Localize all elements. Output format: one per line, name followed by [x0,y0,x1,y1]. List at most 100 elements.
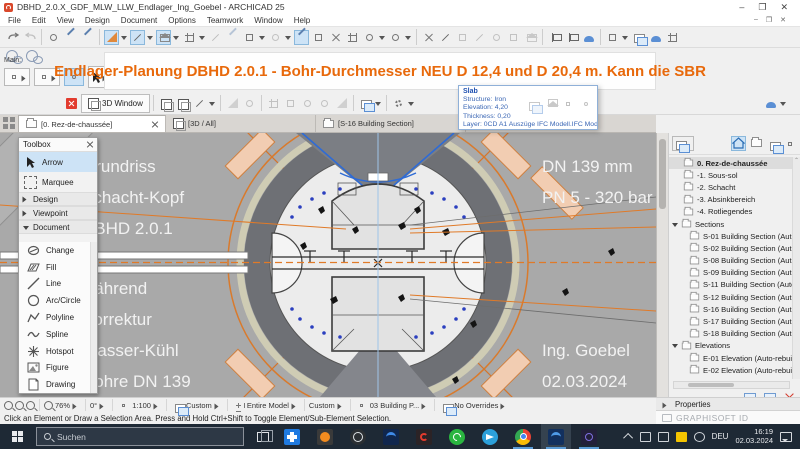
layers-chevron[interactable] [375,102,381,109]
tool-line[interactable]: Line [19,276,90,293]
flag-list-icon[interactable] [564,30,579,45]
close-button[interactable]: ✕ [780,2,788,13]
scale-control[interactable]: 1:100 [113,399,167,411]
taskbar-app-toolbox[interactable] [277,424,307,449]
zoom-in-icon[interactable] [15,401,24,410]
tab-section-s16[interactable]: [S-16 Building Section] [316,115,466,132]
tab-floor-plan[interactable]: [0. Rez-de-chaussée] [18,115,166,132]
overrides-control[interactable]: No Overrides [435,399,513,411]
walk-mode-icon[interactable] [192,96,207,111]
3d-window-button[interactable]: 3D Window [81,94,150,113]
chamfer-icon[interactable] [489,30,504,45]
person-view-icon[interactable] [225,96,240,111]
flag-tool-icon[interactable] [547,30,562,45]
orbit-icon[interactable] [362,30,377,45]
zoom-out-icon[interactable] [4,401,13,410]
orbit-chevron[interactable] [379,36,385,43]
menu-edit[interactable]: Edit [32,16,46,25]
toolbox-scrollbar[interactable] [90,242,97,393]
settings-icon[interactable] [391,96,406,111]
navigator-vertical-scrollbar[interactable]: ⌃ [792,157,800,379]
minimize-button[interactable]: – [739,2,744,13]
section-item-4[interactable]: S-11 Building Section (Auto- [669,279,792,291]
guide-lines-icon[interactable] [104,30,119,45]
pen-set-control[interactable]: Custom [305,399,351,411]
publisher-tab[interactable] [782,136,797,151]
toolbox-titlebar[interactable]: Toolbox [19,138,97,152]
tool-arc-circle[interactable]: Arc/Circle [19,292,90,309]
tray-shield-icon[interactable] [676,432,687,442]
project-map-tab[interactable] [731,136,746,151]
tab-overview-icon[interactable] [3,117,16,130]
tool-spline[interactable]: Spline [19,326,90,343]
camera-icon[interactable] [283,96,298,111]
group-viewpoint[interactable]: Viewpoint [19,206,97,220]
story-item-1[interactable]: -1. Sous-sol [669,169,792,181]
vr-icon[interactable] [334,96,349,111]
section-item-3[interactable]: S-09 Building Section (Auto- [669,267,792,279]
redo-icon[interactable] [22,30,37,45]
taskbar-app-spatial[interactable] [574,424,604,449]
tray-audio-icon[interactable] [658,432,669,442]
tray-expand-icon[interactable] [623,433,633,443]
adjust-icon[interactable] [438,30,453,45]
menu-window[interactable]: Window [254,16,282,25]
notification-center-icon[interactable] [780,432,792,442]
start-button[interactable] [0,424,34,449]
story-item-3[interactable]: -3. Absinkbereich [669,194,792,206]
zoom-level-control[interactable]: 76% [40,399,86,411]
eye-icon[interactable] [317,96,332,111]
clock-chevron[interactable] [405,36,411,43]
copy-layout-icon[interactable] [631,30,646,45]
layout-book-tab[interactable] [765,136,780,151]
rotation-control[interactable]: 0° [86,399,113,411]
drawing-canvas[interactable]: Grundriss Schacht-Kopf DBHD 2.0.1 währen… [0,133,656,397]
story-item-2[interactable]: -2. Schacht [669,181,792,193]
lock-icon[interactable] [268,30,283,45]
tab-3d-all[interactable]: [3D / All] [166,115,316,132]
close-palette-icon[interactable] [66,98,77,109]
axonometry-icon[interactable] [175,96,190,111]
taskbar-app-chrome[interactable] [508,424,538,449]
review-icon[interactable] [605,30,620,45]
cloud-chevron[interactable] [780,102,786,109]
pick-up-parameters-icon[interactable] [63,30,78,45]
review-chevron[interactable] [622,36,628,43]
taskbar-search[interactable]: Suchen [36,427,244,446]
section-item-6[interactable]: S-16 Building Section (Auto- [669,303,792,315]
group-document[interactable]: Document [19,220,97,234]
taskbar-app-recorder[interactable] [310,424,340,449]
tool-marquee[interactable]: Marquee [19,172,97,192]
lamp-icon[interactable] [300,96,315,111]
section-item-0[interactable]: S-01 Building Section (Auto- [669,230,792,242]
toolbox-close-icon[interactable] [86,141,93,148]
menu-document[interactable]: Document [121,16,157,25]
taskbar-app-obs[interactable] [343,424,373,449]
child-window-controls[interactable]: –❐✕ [754,16,792,24]
menu-teamwork[interactable]: Teamwork [207,16,243,25]
sections-group[interactable]: Sections [669,218,792,230]
cloud-icon[interactable] [763,96,778,111]
grid-snap-chevron[interactable] [199,36,205,43]
inject-parameters-icon[interactable] [80,30,95,45]
grid-snap-icon[interactable] [182,30,197,45]
resize-icon[interactable] [506,30,521,45]
undo-icon[interactable] [5,30,20,45]
tray-display-icon[interactable] [640,432,651,442]
tab-close-icon[interactable] [151,121,158,128]
wall-tool-button[interactable] [4,68,30,86]
marquee-options-chevron[interactable] [259,36,265,43]
elevations-group[interactable]: Elevations [669,340,792,352]
gravity-icon[interactable] [208,30,223,45]
snap-guides-icon[interactable] [130,30,145,45]
tool-drawing[interactable]: Drawing [19,376,90,393]
properties-header[interactable]: Properties [656,398,800,411]
grid-layout-icon[interactable] [665,30,680,45]
snap-points-chevron[interactable] [173,36,179,43]
canvas-vertical-scrollbar[interactable] [656,133,668,397]
taskbar-app-telegram[interactable] [475,424,505,449]
settings-chevron[interactable] [408,102,414,109]
tool-fill[interactable]: Fill [19,259,90,276]
view-map-tab[interactable] [748,136,763,151]
navigator-horizontal-scrollbar[interactable] [673,381,790,389]
